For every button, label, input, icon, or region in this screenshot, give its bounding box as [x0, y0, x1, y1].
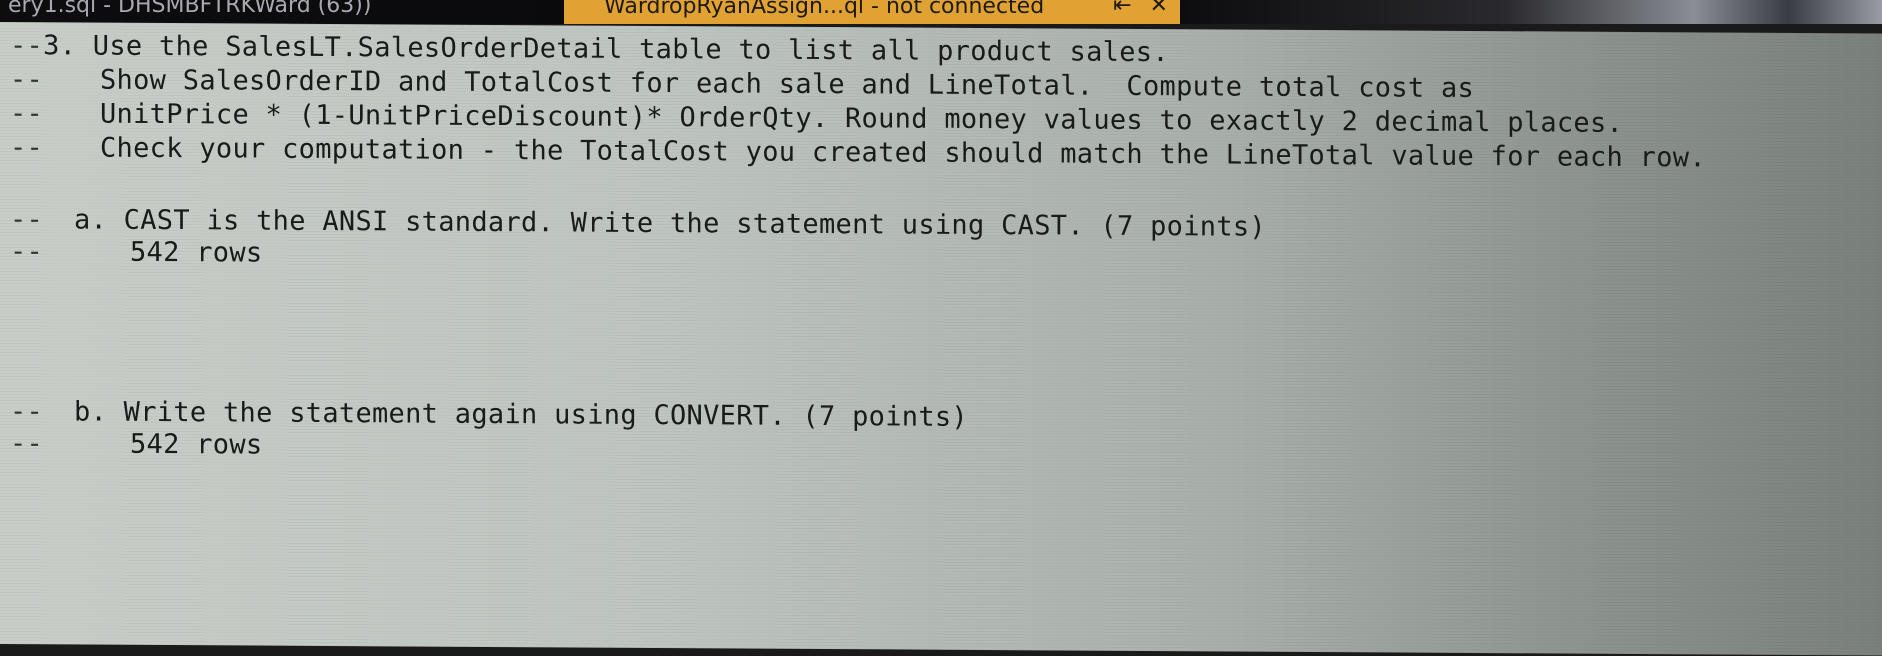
comment-prefix: --	[10, 132, 44, 164]
comment-text: Check your computation - the TotalCost y…	[100, 132, 1706, 174]
comment-prefix: --	[10, 204, 44, 236]
document-tab-bar: ery1.sql - DHSMBFTRKWard (63)) WardropRy…	[0, 0, 1882, 24]
tab-assignment-file[interactable]: WardropRyanAssign...ql - not connected ⇤…	[564, 0, 1180, 24]
comment-text: 3. Use the SalesLT.SalesOrderDetail tabl…	[43, 30, 1169, 69]
query-editor[interactable]: --3. Use the SalesLT.SalesOrderDetail ta…	[0, 22, 1882, 656]
comment-text: 542 rows	[130, 428, 263, 461]
comment-prefix: --	[10, 428, 44, 460]
comment-prefix: --	[10, 236, 44, 268]
comment-prefix: --	[10, 396, 44, 428]
tab-query-file[interactable]: ery1.sql - DHSMBFTRKWard (63))	[0, 0, 560, 24]
code-line: -- Show SalesOrderID and TotalCost for ea…	[10, 64, 1474, 104]
code-line: -- 542 rows	[10, 236, 262, 269]
tab-label: ery1.sql - DHSMBFTRKWard (63))	[8, 0, 372, 18]
comment-prefix: --	[10, 98, 44, 130]
comment-prefix: --	[10, 30, 44, 62]
code-line: -- Check your computation - the TotalCost…	[10, 132, 1706, 173]
tab-label: WardropRyanAssign...ql - not connected	[604, 0, 1045, 19]
code-line: -- b. Write the statement again using CON…	[10, 396, 968, 433]
pin-icon[interactable]: ⇤	[1113, 0, 1131, 17]
code-line: --3. Use the SalesLT.SalesOrderDetail ta…	[10, 30, 1169, 68]
comment-prefix: --	[10, 64, 44, 96]
comment-text: b. Write the statement again using CONVE…	[74, 396, 968, 433]
code-line: -- 542 rows	[10, 428, 262, 461]
close-icon[interactable]: ✕	[1150, 0, 1168, 17]
comment-text: Show SalesOrderID and TotalCost for each…	[100, 64, 1475, 105]
comment-text: UnitPrice * (1-UnitPriceDiscount)* Order…	[100, 98, 1624, 139]
comment-text: 542 rows	[130, 236, 263, 269]
